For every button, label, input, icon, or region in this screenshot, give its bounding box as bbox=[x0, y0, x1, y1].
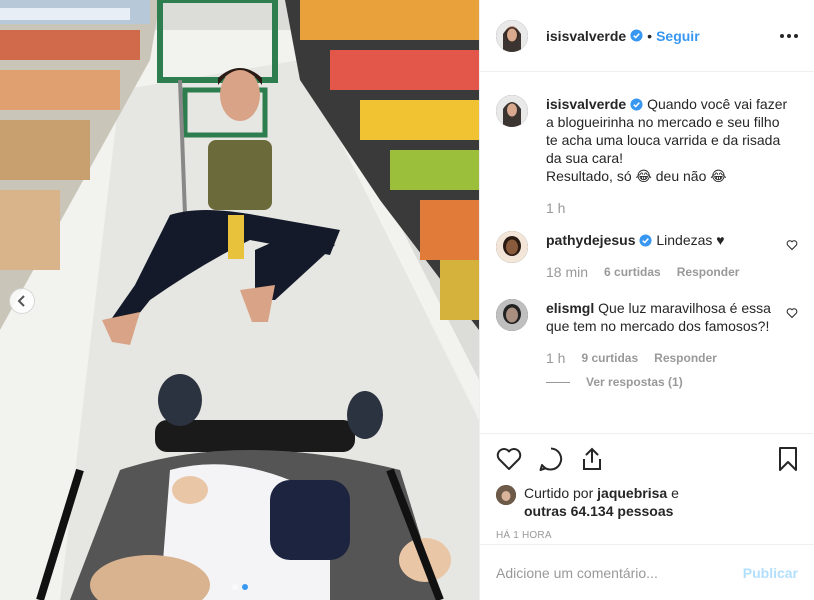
likes-count[interactable]: outras 64.134 pessoas bbox=[524, 503, 673, 519]
carousel-prev-button[interactable] bbox=[9, 288, 35, 314]
reply-button[interactable]: Responder bbox=[677, 263, 740, 281]
heart-icon bbox=[496, 448, 522, 470]
heart-icon[interactable] bbox=[786, 307, 798, 319]
caption-line: te acha uma louca varrida e da risada bbox=[546, 132, 781, 148]
comment-body: elismgl Que luz maravilhosa é essa que t… bbox=[546, 299, 776, 367]
view-replies-button[interactable]: Ver respostas (1) bbox=[546, 375, 798, 389]
avatar-image bbox=[496, 19, 528, 52]
caption: isisvalverde Quando você vai fazer a blo… bbox=[496, 95, 798, 217]
commenter-avatar[interactable] bbox=[496, 299, 528, 331]
avatar-image bbox=[496, 95, 528, 127]
comment-item: elismgl Que luz maravilhosa é essa que t… bbox=[496, 299, 798, 367]
view-replies-label: Ver respostas (1) bbox=[586, 375, 683, 389]
add-comment-bar: Publicar bbox=[480, 544, 814, 600]
commenter-username[interactable]: elismgl bbox=[546, 300, 594, 316]
comment-text: Lindezas ♥ bbox=[656, 232, 725, 248]
comments-list: isisvalverde Quando você vai fazer a blo… bbox=[480, 73, 814, 433]
caption-line: a blogueirinha no mercado e seu filho bbox=[546, 114, 780, 130]
post-photo[interactable] bbox=[0, 0, 479, 600]
liker-username[interactable]: jaquebrisa bbox=[597, 485, 667, 501]
share-icon bbox=[583, 447, 601, 470]
comment-meta: 18 min 6 curtidas Responder bbox=[546, 263, 776, 281]
comment-icon bbox=[539, 447, 563, 471]
caption-username[interactable]: isisvalverde bbox=[546, 96, 626, 112]
comment-time[interactable]: 1 h bbox=[546, 349, 565, 367]
action-row bbox=[496, 434, 798, 484]
share-button[interactable] bbox=[580, 446, 604, 472]
save-button[interactable] bbox=[778, 446, 798, 472]
publish-button[interactable]: Publicar bbox=[743, 565, 798, 581]
caption-line: da sua cara! bbox=[546, 150, 624, 166]
comment-likes[interactable]: 9 curtidas bbox=[581, 349, 638, 367]
supermarket-photo bbox=[0, 0, 479, 600]
comment-likes[interactable]: 6 curtidas bbox=[604, 263, 661, 281]
reply-button[interactable]: Responder bbox=[654, 349, 717, 367]
comment-meta: 1 h 9 curtidas Responder bbox=[546, 349, 776, 367]
comment-button[interactable] bbox=[538, 446, 564, 472]
bookmark-icon bbox=[779, 447, 797, 471]
post-header: isisvalverde • Seguir bbox=[480, 0, 814, 72]
separator-dot: • bbox=[647, 27, 653, 44]
author-avatar[interactable] bbox=[496, 19, 528, 52]
post-side-panel: isisvalverde • Seguir isisvalverde Quand… bbox=[479, 0, 814, 600]
more-options-icon[interactable] bbox=[780, 33, 798, 38]
caption-line: Quando você vai fazer bbox=[647, 96, 788, 112]
caption-line: Resultado, só 😂 deu não 😂 bbox=[546, 168, 727, 184]
carousel-dot-active bbox=[241, 584, 248, 590]
post-actions: Curtido por jaquebrisa e outras 64.134 p… bbox=[480, 433, 814, 541]
verified-badge-icon bbox=[639, 234, 653, 247]
likes-joiner: e bbox=[671, 485, 679, 501]
likes-text: Curtido por jaquebrisa e outras 64.134 p… bbox=[524, 484, 679, 520]
carousel-dots bbox=[0, 584, 479, 590]
author-username[interactable]: isisvalverde bbox=[546, 28, 626, 44]
avatar-image bbox=[496, 485, 516, 505]
avatar-image bbox=[496, 231, 528, 263]
commenter-username[interactable]: pathydejesus bbox=[546, 232, 635, 248]
replies-divider bbox=[546, 381, 570, 383]
liker-avatar[interactable] bbox=[496, 485, 516, 505]
avatar-image bbox=[496, 299, 528, 331]
follow-button[interactable]: Seguir bbox=[656, 28, 700, 44]
likes-summary: Curtido por jaquebrisa e outras 64.134 p… bbox=[496, 484, 798, 520]
verified-badge-icon bbox=[630, 29, 643, 42]
commenter-avatar[interactable] bbox=[496, 231, 528, 263]
like-button[interactable] bbox=[496, 447, 522, 471]
caption-meta: 1 h bbox=[546, 199, 798, 217]
verified-badge-icon bbox=[630, 98, 643, 111]
comment-input[interactable] bbox=[496, 564, 743, 581]
caption-avatar[interactable] bbox=[496, 95, 528, 127]
caption-body: isisvalverde Quando você vai fazer a blo… bbox=[546, 95, 798, 217]
comment-item: pathydejesus Lindezas ♥ 18 min 6 curtida… bbox=[496, 231, 798, 281]
post-timestamp[interactable]: HÁ 1 HORA bbox=[496, 530, 798, 541]
caption-time[interactable]: 1 h bbox=[546, 199, 565, 217]
comment-body: pathydejesus Lindezas ♥ 18 min 6 curtida… bbox=[546, 231, 776, 281]
comment-time[interactable]: 18 min bbox=[546, 263, 588, 281]
carousel-dot bbox=[231, 584, 238, 590]
likes-prefix: Curtido por bbox=[524, 485, 594, 501]
heart-icon[interactable] bbox=[786, 239, 798, 251]
chevron-left-icon bbox=[17, 295, 25, 307]
